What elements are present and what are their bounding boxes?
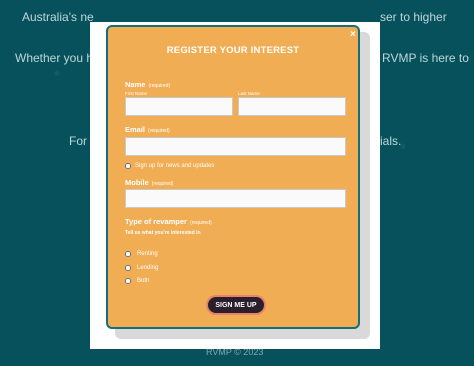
- background-text-line2-right: RVMP is here to: [382, 51, 469, 65]
- register-interest-modal: × REGISTER YOUR INTEREST Name (required) …: [106, 25, 360, 329]
- close-icon[interactable]: ×: [350, 29, 356, 40]
- type-required-note: (required): [189, 220, 212, 226]
- background-text-line1-left: Australia's ne: [22, 10, 94, 24]
- newsletter-label: Sign up for news and updates: [135, 163, 215, 169]
- option-both-label: Both: [137, 278, 150, 284]
- modal-title: REGISTER YOUR INTEREST: [166, 45, 300, 56]
- name-required-note: (required): [148, 83, 171, 89]
- option-renting-label: Renting: [137, 251, 158, 257]
- type-hint: Tell us what you're interested in: [125, 230, 201, 236]
- last-name-input[interactable]: [238, 97, 346, 116]
- option-lending-label: Lending: [137, 265, 159, 271]
- email-label-text: Email: [125, 125, 146, 134]
- email-label: Email (required): [125, 125, 170, 134]
- type-of-revamper-label: Type of revamper (required): [125, 217, 212, 226]
- newsletter-checkbox[interactable]: [125, 163, 131, 169]
- page-footer: RVMP © 2023: [206, 347, 264, 357]
- mobile-label-text: Mobile: [125, 178, 149, 187]
- name-label: Name (required): [125, 80, 170, 89]
- option-lending-checkbox[interactable]: [125, 265, 131, 271]
- first-name-sublabel: First Name: [125, 91, 148, 96]
- email-input[interactable]: [125, 137, 346, 156]
- background-text-line1-right: ser to higher: [380, 10, 447, 24]
- last-name-sublabel: Last Name: [238, 91, 260, 96]
- background-text-line3-left: For: [69, 134, 87, 148]
- mobile-label: Mobile (required): [125, 178, 173, 187]
- option-renting-checkbox[interactable]: [125, 251, 131, 257]
- name-label-text: Name: [125, 80, 146, 89]
- background-text-line2-left: Whether you h: [15, 51, 94, 65]
- first-name-input[interactable]: [125, 97, 233, 116]
- sign-me-up-button[interactable]: SIGN ME UP: [206, 295, 266, 315]
- email-required-note: (required): [148, 128, 170, 134]
- background-text-line3-right: ials.: [380, 134, 402, 148]
- mobile-required-note: (required): [151, 181, 174, 187]
- type-label-text: Type of revamper: [125, 217, 187, 226]
- mobile-input[interactable]: [125, 189, 346, 208]
- option-both-checkbox[interactable]: [125, 278, 131, 284]
